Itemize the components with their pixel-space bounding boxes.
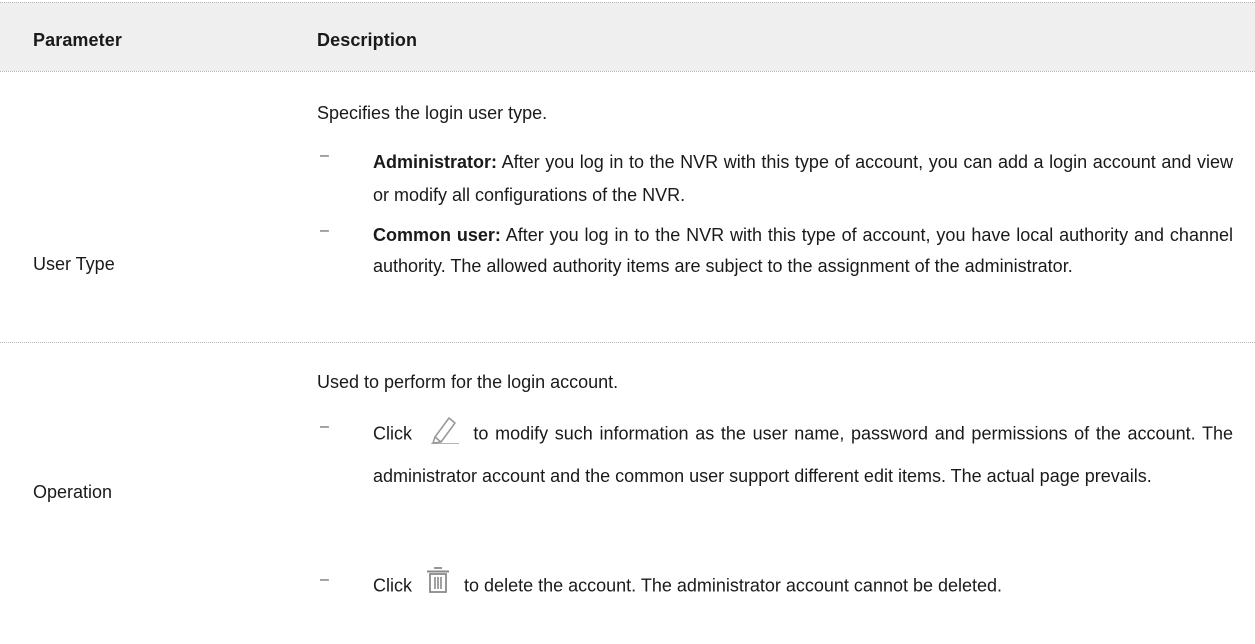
list-item: Click to delete the account. The adminis…: [373, 565, 1233, 608]
item-text: to delete the account. The administrator…: [464, 575, 1003, 596]
item-term: Administrator:: [373, 152, 498, 172]
edit-pencil-icon: [425, 412, 461, 457]
header-description: Description: [317, 30, 418, 50]
item-term: Common user:: [373, 225, 501, 245]
item-text: After you log in to the NVR with this ty…: [373, 225, 1233, 276]
parameter-table: Parameter Description User Type Specifie…: [0, 0, 1255, 644]
item-prefix: Click: [373, 575, 412, 596]
header-parameter: Parameter: [33, 30, 122, 50]
param-operation: Operation: [33, 482, 113, 502]
divider: [0, 342, 1255, 343]
table-header: [0, 2, 1255, 71]
trash-bin-icon: [425, 565, 451, 608]
list-item: Administrator: After you log in to the N…: [373, 146, 1233, 212]
list-item: Click to modify such information as the …: [373, 412, 1233, 495]
param-user-type: User Type: [33, 254, 115, 274]
item-text: After you log in to the NVR with this ty…: [373, 152, 1233, 205]
divider: [0, 71, 1255, 72]
divider: [0, 2, 1255, 3]
bullet-dash: –: [320, 571, 329, 588]
item-prefix: Click: [373, 423, 412, 444]
bullet-dash: –: [320, 222, 329, 239]
row-intro: Specifies the login user type.: [317, 103, 548, 123]
list-item: Common user: After you log in to the NVR…: [373, 220, 1233, 282]
row-intro: Used to perform for the login account.: [317, 372, 619, 392]
bullet-dash: –: [320, 147, 329, 164]
item-text: to modify such information as the user n…: [373, 423, 1233, 486]
bullet-dash: –: [320, 418, 329, 435]
